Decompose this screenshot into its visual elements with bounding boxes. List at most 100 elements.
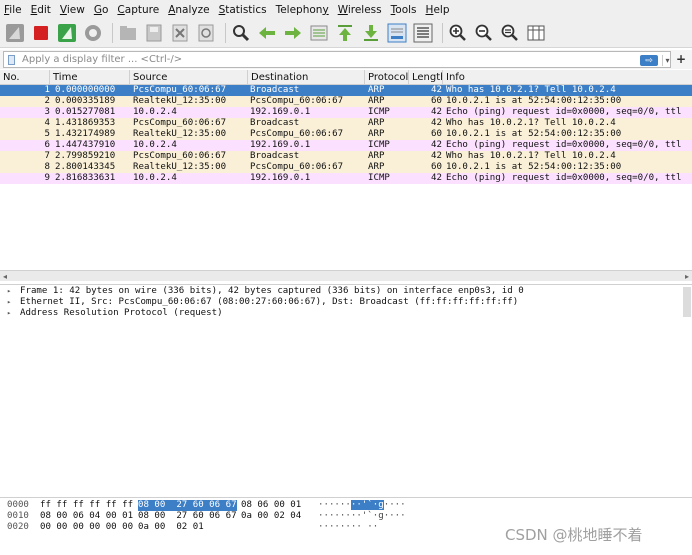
column-header-no[interactable]: No. [0,70,50,85]
scroll-right-arrow-icon[interactable]: ▸ [685,272,689,281]
column-header-length[interactable]: Length [409,70,443,85]
restart-capture-icon[interactable] [56,22,78,44]
cell-length: 60 [431,96,442,106]
filter-placeholder: Apply a display filter ... <Ctrl-/> [22,54,183,65]
cell-time: 1.432174989 [55,129,116,139]
shark-fin-start-icon[interactable] [4,22,26,44]
detail-tree-item[interactable]: ▸ Ethernet II, Src: PcsCompu_60:06:67 (08… [0,297,692,308]
cell-protocol: ICMP [368,140,390,150]
cell-time: 0.000335189 [55,96,116,106]
menu-capture[interactable]: Capture [117,4,159,16]
bytes-hex: 00 00 00 00 00 00 [40,522,134,532]
go-to-packet-icon[interactable] [308,22,330,44]
menu-view[interactable]: View [60,4,85,16]
colorize-icon[interactable] [412,22,434,44]
zoom-normal-icon[interactable] [499,22,521,44]
resize-columns-icon[interactable] [525,22,547,44]
cell-no: 1 [44,85,50,95]
bytes-row[interactable]: 0000 ff ff ff ff ff ff 08 00 27 60 06 67 08… [0,500,692,511]
display-filter-input[interactable]: Apply a display filter ... <Ctrl-/> ⇨ ▾ [3,51,671,68]
reload-file-icon[interactable] [195,22,217,44]
expand-arrow-icon[interactable]: ▸ [7,308,11,319]
cell-destination: Broadcast [250,85,300,95]
cell-length: 42 [431,173,442,183]
go-last-packet-icon[interactable] [360,22,382,44]
menu-go[interactable]: Go [94,4,109,16]
detail-tree-item[interactable]: ▸ Address Resolution Protocol (request) [0,308,692,319]
column-header-source[interactable]: Source [130,70,248,85]
find-packet-icon[interactable] [230,22,252,44]
table-row[interactable]: 5 1.432174989 RealtekU_12:35:00 PcsCompu_60… [0,129,692,140]
add-filter-button[interactable]: + [676,52,686,66]
capture-options-icon[interactable] [82,22,104,44]
display-filter-bar: Apply a display filter ... <Ctrl-/> ⇨ ▾ … [0,50,692,69]
bytes-hex: 08 06 00 01 [241,500,302,510]
cell-source: 10.0.2.4 [133,107,177,117]
apply-filter-arrow-icon[interactable]: ⇨ [640,55,658,66]
stop-capture-icon[interactable] [30,22,52,44]
cell-destination: 192.169.0.1 [250,173,311,183]
menu-statistics[interactable]: Statistics [219,4,267,16]
cell-source: PcsCompu_60:06:67 [133,118,227,128]
table-row[interactable]: 6 1.447437910 10.0.2.4 192.169.0.1 ICMP 42 Ech… [0,140,692,151]
table-row[interactable]: 1 0.000000000 PcsCompu_60:06:67 Broadcast AR… [0,85,692,96]
detail-text: Frame 1: 42 bytes on wire (336 bits), 42… [20,286,524,296]
cell-time: 2.799859210 [55,151,116,161]
go-back-icon[interactable] [256,22,278,44]
cell-info: 10.0.2.1 is at 52:54:00:12:35:00 [446,162,622,172]
column-header-time[interactable]: Time [50,70,130,85]
ascii-part: ········ [318,511,362,521]
bytes-row[interactable]: 0010 08 00 06 04 00 01 08 00 27 60 06 67 0a… [0,511,692,522]
cell-time: 2.800143345 [55,162,116,172]
zoom-out-icon[interactable] [473,22,495,44]
cell-protocol: ARP [368,151,385,161]
column-header-destination[interactable]: Destination [248,70,365,85]
filter-bookmark-icon[interactable] [8,55,15,65]
expand-arrow-icon[interactable]: ▸ [7,286,11,297]
cell-info: 10.0.2.1 is at 52:54:00:12:35:00 [446,129,622,139]
cell-source: PcsCompu_60:06:67 [133,151,227,161]
cell-no: 5 [44,129,50,139]
close-file-icon[interactable] [169,22,191,44]
cell-destination: Broadcast [250,151,300,161]
cell-protocol: ICMP [368,107,390,117]
cell-info: 10.0.2.1 is at 52:54:00:12:35:00 [446,96,622,106]
menu-analyze[interactable]: Analyze [168,4,209,16]
go-forward-icon[interactable] [282,22,304,44]
table-row[interactable]: 9 2.816833631 10.0.2.4 192.169.0.1 ICMP 42 Ech… [0,173,692,184]
cell-source: PcsCompu_60:06:67 [133,85,227,95]
autoscroll-icon[interactable] [386,22,408,44]
expand-arrow-icon[interactable]: ▸ [7,297,11,308]
menu-telephony[interactable]: Telephony [276,4,329,16]
save-file-icon[interactable] [143,22,165,44]
menu-edit[interactable]: Edit [31,4,51,16]
packet-list-horizontal-scrollbar[interactable]: ◂ ▸ [0,270,692,281]
detail-tree-item[interactable]: ▸ Frame 1: 42 bytes on wire (336 bits), 4… [0,286,692,297]
table-row[interactable]: 4 1.431869353 PcsCompu_60:06:67 Broadcast AR… [0,118,692,129]
ascii-part: '`·g···· [361,511,406,521]
cell-protocol: ARP [368,162,385,172]
filter-history-chevron-down-icon[interactable]: ▾ [662,55,672,66]
cell-no: 9 [44,173,50,183]
menu-wireless[interactable]: Wireless [338,4,382,16]
cell-length: 42 [431,107,442,117]
table-row[interactable]: 8 2.800143345 RealtekU_12:35:00 PcsCompu_60… [0,162,692,173]
column-header-protocol[interactable]: Protocol [365,70,409,85]
packet-details: ▸ Frame 1: 42 bytes on wire (336 bits), 4… [0,284,692,494]
menu-tools[interactable]: Tools [391,4,417,16]
column-header-info[interactable]: Info [443,70,692,85]
packet-list: No. Time Source Destination Protocol Len… [0,70,692,268]
table-row[interactable]: 2 0.000335189 RealtekU_12:35:00 PcsCompu_60… [0,96,692,107]
cell-protocol: ARP [368,129,385,139]
menu-help[interactable]: Help [426,4,450,16]
table-row[interactable]: 7 2.799859210 PcsCompu_60:06:67 Broadcast AR… [0,151,692,162]
cell-destination: PcsCompu_60:06:67 [250,162,344,172]
open-file-icon[interactable] [117,22,139,44]
go-first-packet-icon[interactable] [334,22,356,44]
zoom-in-icon[interactable] [447,22,469,44]
menu-file[interactable]: File [4,4,22,16]
scroll-left-arrow-icon[interactable]: ◂ [3,272,7,281]
bytes-ascii: ········'`·g···· [318,500,406,511]
ascii-part: ········ ·· [318,522,379,532]
table-row[interactable]: 3 0.015277081 10.0.2.4 192.169.0.1 ICMP 42 Ech… [0,107,692,118]
